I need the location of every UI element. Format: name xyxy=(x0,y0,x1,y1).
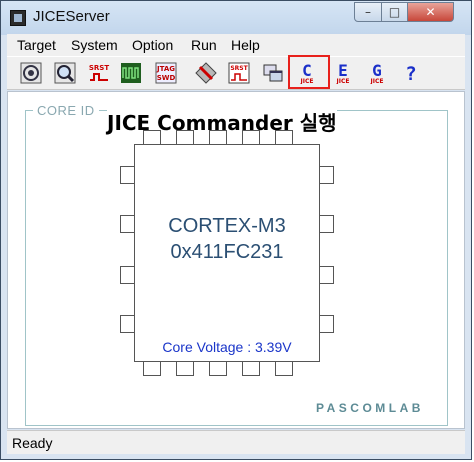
maximize-button[interactable]: □ xyxy=(381,2,408,22)
srst-window-icon: SRST xyxy=(228,62,250,84)
menu-target[interactable]: Target xyxy=(17,37,56,53)
window-title: JICEServer xyxy=(33,8,110,25)
jice-g-icon: GJICE xyxy=(370,62,384,84)
chip-pin xyxy=(242,130,260,145)
erase-button[interactable] xyxy=(195,62,217,84)
maximize-icon: □ xyxy=(388,5,401,19)
menu-run[interactable]: Run xyxy=(191,37,217,53)
chip-pin xyxy=(275,361,293,376)
jtag-swd-icon: JTAGSWD xyxy=(155,62,177,84)
svg-text:JTAG: JTAG xyxy=(156,65,175,73)
chip-pin xyxy=(319,166,334,184)
svg-text:JICE: JICE xyxy=(336,78,350,84)
app-icon[interactable] xyxy=(10,10,26,26)
signal-icon xyxy=(121,63,141,83)
svg-text:SRST: SRST xyxy=(230,65,248,72)
menu-bar: Target System Option Run Help xyxy=(7,34,465,56)
srst-reset-icon: SRST xyxy=(89,64,109,81)
highlight-box xyxy=(288,55,330,89)
svg-text:SRST: SRST xyxy=(89,64,109,72)
minimize-icon: – xyxy=(365,5,371,19)
windows-icon xyxy=(263,64,283,82)
chip-pin xyxy=(176,361,194,376)
svg-text:JICE: JICE xyxy=(370,78,384,84)
svg-text:SWD: SWD xyxy=(157,74,176,82)
chip-pin xyxy=(275,130,293,145)
jice-e-button[interactable]: E JICE xyxy=(332,62,354,84)
close-icon: ✕ xyxy=(425,5,436,19)
chip-pin xyxy=(120,315,135,333)
chip-pin xyxy=(242,361,260,376)
svg-text:?: ? xyxy=(405,63,416,84)
minimize-button[interactable]: – xyxy=(354,2,382,22)
srst-window-button[interactable]: SRST xyxy=(228,62,250,84)
chip-pin xyxy=(120,166,135,184)
help-button[interactable]: ? xyxy=(400,62,422,84)
toolbar: SRST JTAG SWD SRST C JICE E JICE G JICE ? xyxy=(7,56,465,90)
menu-system[interactable]: System xyxy=(71,37,118,53)
chip-pin xyxy=(143,361,161,376)
chip-pin xyxy=(319,215,334,233)
target-connect-button[interactable] xyxy=(20,62,42,84)
menu-help[interactable]: Help xyxy=(231,37,260,53)
title-bar[interactable]: JICEServer – □ ✕ xyxy=(1,1,471,35)
windows-button[interactable] xyxy=(262,62,284,84)
srst-button[interactable]: SRST xyxy=(88,62,110,84)
core-id-value: 0x411FC231 xyxy=(170,241,284,263)
menu-option[interactable]: Option xyxy=(132,37,173,53)
status-bar: Ready xyxy=(7,430,465,454)
chip-pin xyxy=(143,130,161,145)
signal-button[interactable] xyxy=(120,62,142,84)
status-text: Ready xyxy=(12,435,53,451)
chip-pin xyxy=(120,266,135,284)
chip-pin xyxy=(209,130,227,145)
jtag-swd-button[interactable]: JTAG SWD xyxy=(155,62,177,84)
core-voltage: Core Voltage : 3.39V xyxy=(162,339,292,355)
jice-g-button[interactable]: G JICE xyxy=(366,62,388,84)
target-connect-icon xyxy=(20,62,42,84)
chip-pin xyxy=(319,315,334,333)
core-id-label: CORE ID xyxy=(33,103,99,118)
search-button[interactable] xyxy=(54,62,76,84)
close-button[interactable]: ✕ xyxy=(407,2,454,22)
help-icon: ? xyxy=(405,63,416,84)
chip-pin xyxy=(209,361,227,376)
magnify-icon xyxy=(54,62,76,84)
chip-pin xyxy=(120,215,135,233)
erase-icon xyxy=(195,62,217,84)
chip-pin xyxy=(176,130,194,145)
jice-e-icon: EJICE xyxy=(336,62,350,84)
core-name: CORTEX-M3 xyxy=(168,215,286,237)
chip-pin xyxy=(319,266,334,284)
brand-label: PASCOMLAB xyxy=(316,401,424,415)
